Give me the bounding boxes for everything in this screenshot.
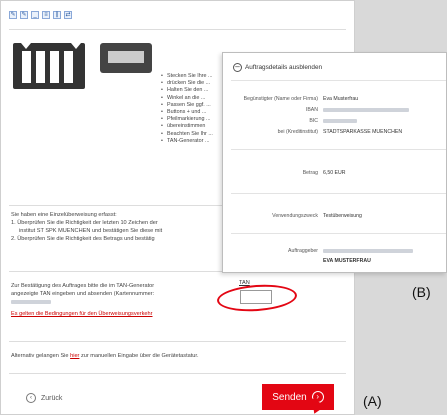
callout-label-a: (A) bbox=[363, 393, 382, 409]
hide-details-toggle[interactable]: – Auftragsdetails ausblenden bbox=[233, 63, 322, 72]
divider bbox=[231, 193, 446, 194]
bic-row: BIC bbox=[223, 117, 447, 126]
bank-value: STADTSPARKASSE MUENCHEN bbox=[323, 129, 403, 135]
divider bbox=[231, 80, 446, 81]
tool-icon[interactable]: _ bbox=[31, 11, 39, 19]
amount-value: 6,50 EUR bbox=[323, 170, 346, 176]
divider bbox=[231, 233, 446, 234]
divider bbox=[9, 29, 346, 30]
single-transfer-text: Sie haben eine Einzelüberweisung erfasst… bbox=[11, 212, 117, 218]
tool-icon[interactable]: ✎ bbox=[20, 11, 28, 19]
alternative-text-prefix: Alternativ gelangen Sie bbox=[11, 353, 71, 359]
payer-account bbox=[323, 247, 413, 256]
iban-value bbox=[323, 106, 409, 115]
iban-row: IBAN bbox=[223, 106, 447, 115]
payer-label: Auftraggeber bbox=[288, 248, 318, 254]
amount-row: Betrag 6,50 EUR bbox=[223, 169, 447, 178]
pause-icon[interactable]: ∥ bbox=[53, 11, 61, 19]
confirm-text-2: angezeigte TAN eingeben und absenden (Ka… bbox=[11, 291, 155, 297]
tan-generator-image bbox=[100, 43, 152, 73]
alternative-text: Alternativ gelangen Sie hier zur manuell… bbox=[11, 352, 199, 360]
bic-label: BIC bbox=[309, 118, 318, 124]
divider bbox=[9, 373, 346, 374]
tool-icon[interactable]: ⇄ bbox=[64, 11, 72, 19]
step-1-continued: institut ST SPK MUENCHEN und bestätigen … bbox=[19, 228, 163, 234]
order-details-panel: – Auftragsdetails ausblenden Begünstigte… bbox=[222, 52, 447, 273]
alternative-text-suffix: zur manuellen Eingabe über die Gerätetas… bbox=[79, 353, 199, 359]
purpose-value: Testüberweisung bbox=[323, 213, 362, 219]
step-1-text: 1. Überprüfen Sie die Richtigkeit der le… bbox=[11, 220, 158, 226]
amount-label: Betrag bbox=[302, 170, 318, 176]
bic-value bbox=[323, 117, 357, 126]
highlight-ellipse bbox=[216, 282, 298, 314]
back-label: Zurück bbox=[41, 394, 63, 402]
back-button[interactable]: ‹ Zurück bbox=[26, 393, 62, 403]
payer-row: Auftraggeber bbox=[223, 247, 447, 256]
beneficiary-value: Eva Musterfrau bbox=[323, 96, 359, 102]
beneficiary-label: Begünstigter (Name oder Firma) bbox=[243, 96, 318, 102]
chevron-left-icon: ‹ bbox=[26, 393, 36, 403]
iban-label: IBAN bbox=[305, 107, 318, 113]
purpose-row: Verwendungszweck Testüberweisung bbox=[223, 212, 447, 221]
card-number-masked bbox=[11, 298, 51, 306]
panel-title: Auftragsdetails ausblenden bbox=[245, 64, 323, 71]
tool-icon[interactable]: ✎ bbox=[9, 11, 17, 19]
payer-name: EVA MUSTERFRAU bbox=[323, 258, 371, 264]
payer-name-row: EVA MUSTERFRAU bbox=[223, 257, 447, 266]
flicker-code-graphic bbox=[13, 43, 85, 89]
divider bbox=[231, 149, 446, 150]
list-icon[interactable]: ≡ bbox=[42, 11, 50, 19]
send-label: Senden bbox=[272, 391, 307, 403]
conditions-link[interactable]: Es gelten die Bedingungen für den Überwe… bbox=[11, 310, 153, 318]
bank-label: bei (Kreditinstitut) bbox=[277, 129, 318, 135]
bank-row: bei (Kreditinstitut) STADTSPARKASSE MUEN… bbox=[223, 128, 447, 137]
confirm-text: Zur Bestätigung des Auftrages bitte die … bbox=[11, 283, 155, 289]
minus-circle-icon: – bbox=[233, 63, 242, 72]
callout-label-b: (B) bbox=[412, 284, 431, 300]
purpose-label: Verwendungszweck bbox=[272, 213, 318, 219]
divider bbox=[9, 341, 346, 342]
step-2-text: 2. Überprüfen Sie die Richtigkeit des Be… bbox=[11, 236, 155, 242]
beneficiary-row: Begünstigter (Name oder Firma) Eva Muste… bbox=[223, 95, 447, 104]
editor-toolbar: ✎ ✎ _ ≡ ∥ ⇄ bbox=[9, 11, 72, 19]
